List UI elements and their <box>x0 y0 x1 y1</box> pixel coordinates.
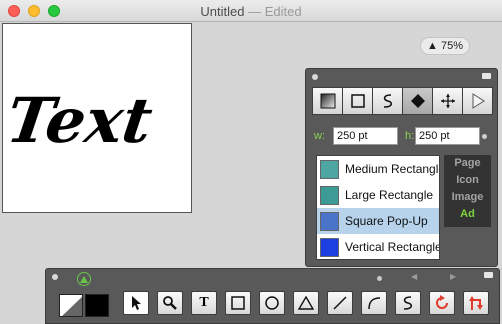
preset-label: Medium Rectangle <box>345 162 440 176</box>
height-input[interactable] <box>415 127 480 145</box>
fill-color-well[interactable] <box>85 294 109 317</box>
line-tool-button[interactable] <box>327 291 353 315</box>
width-input[interactable] <box>333 127 398 145</box>
category-page[interactable]: Page <box>444 155 491 172</box>
preset-swatch <box>320 211 339 231</box>
transform-tool-button[interactable] <box>463 291 489 315</box>
path-mode-button[interactable] <box>372 87 403 115</box>
rectangle-tool-button[interactable] <box>225 291 251 315</box>
rotate-icon <box>436 295 448 309</box>
preset-size-list[interactable]: Medium Rectangle Large Rectangle Square … <box>316 155 440 260</box>
triangle-icon <box>298 295 314 310</box>
list-item[interactable]: Medium Rectangle <box>317 156 439 182</box>
rotate-tool-button[interactable] <box>429 291 455 315</box>
text-icon: T <box>199 295 209 310</box>
bezier-tool-button[interactable] <box>395 291 421 315</box>
preset-swatch <box>320 185 339 205</box>
toolbar-grip-handle[interactable] <box>484 272 493 278</box>
title-bar: Untitled — Edited <box>0 0 502 22</box>
move-icon <box>440 94 455 108</box>
bezier-icon <box>403 296 413 310</box>
play-icon <box>472 93 485 109</box>
text-tool-button[interactable]: T <box>191 291 217 315</box>
ellipse-icon <box>265 296 279 310</box>
list-item[interactable]: Vertical Rectangle <box>317 234 440 259</box>
line-icon <box>333 296 347 310</box>
toolbar-scroll-left-icon[interactable]: ◀ <box>411 272 417 281</box>
move-mode-button[interactable] <box>432 87 463 115</box>
palette-close-button[interactable] <box>312 74 318 80</box>
shape-mode-buttons <box>312 87 493 115</box>
pointer-tool-button[interactable] <box>123 291 149 315</box>
diamond-mode-button[interactable] <box>402 87 433 115</box>
tools-toolbar: ◀ ▶ T <box>45 268 500 324</box>
ellipse-tool-button[interactable] <box>259 291 285 315</box>
gradient-icon <box>320 93 335 109</box>
preset-swatch <box>320 159 339 179</box>
toolbar-close-button[interactable] <box>52 274 58 280</box>
category-image[interactable]: Image <box>444 189 491 206</box>
preset-category-list: Page Icon Image Ad <box>444 155 491 227</box>
stroke-color-well[interactable] <box>59 294 83 317</box>
square-mode-button[interactable] <box>342 87 373 115</box>
dimension-options-dot[interactable] <box>482 134 487 139</box>
document-name: Untitled <box>200 4 245 19</box>
pointer-icon <box>132 296 141 310</box>
preset-label: Square Pop-Up <box>345 214 428 228</box>
category-ad[interactable]: Ad <box>444 206 491 223</box>
window-title: Untitled — Edited <box>0 4 502 19</box>
square-icon <box>350 94 365 108</box>
triangle-tool-button[interactable] <box>293 291 319 315</box>
height-label: h: <box>405 130 415 142</box>
preset-swatch <box>320 237 339 257</box>
tool-buttons: T <box>123 291 497 315</box>
canvas-text-object[interactable]: Text <box>3 84 157 157</box>
preset-label: Large Rectangle <box>345 188 434 202</box>
toolbar-scroll-right-icon[interactable]: ▶ <box>450 272 456 281</box>
triangle-up-icon <box>80 275 88 283</box>
arc-tool-button[interactable] <box>361 291 387 315</box>
rectangle-icon <box>231 296 245 310</box>
document-canvas[interactable]: Text <box>2 23 192 213</box>
stroke-swatch-icon <box>62 296 82 316</box>
width-label: w: <box>314 130 325 142</box>
edited-status: Edited <box>264 4 302 19</box>
list-item[interactable]: Square Pop-Up <box>317 208 439 234</box>
gradient-mode-button[interactable] <box>312 87 343 115</box>
shape-palette: w: h: Medium Rectangle Large Rectangle S… <box>305 68 498 267</box>
zoom-level-indicator[interactable]: ▲ 75% <box>420 37 470 55</box>
list-item[interactable]: Large Rectangle <box>317 182 439 208</box>
arc-icon <box>368 297 381 310</box>
title-separator: — <box>248 4 262 19</box>
zoom-tool-button[interactable] <box>157 291 183 315</box>
play-mode-button[interactable] <box>462 87 493 115</box>
palette-collapse-handle[interactable] <box>482 73 491 79</box>
transform-icon <box>469 296 483 310</box>
category-icon[interactable]: Icon <box>444 172 491 189</box>
preset-label: Vertical Rectangle <box>345 240 440 254</box>
toolbar-collapse-button[interactable] <box>77 272 91 286</box>
zoom-icon <box>163 296 177 310</box>
toolbar-options-dot[interactable] <box>377 276 382 281</box>
diamond-icon <box>410 94 425 108</box>
path-icon <box>383 94 392 108</box>
canvas-artwork: Text <box>3 84 157 157</box>
